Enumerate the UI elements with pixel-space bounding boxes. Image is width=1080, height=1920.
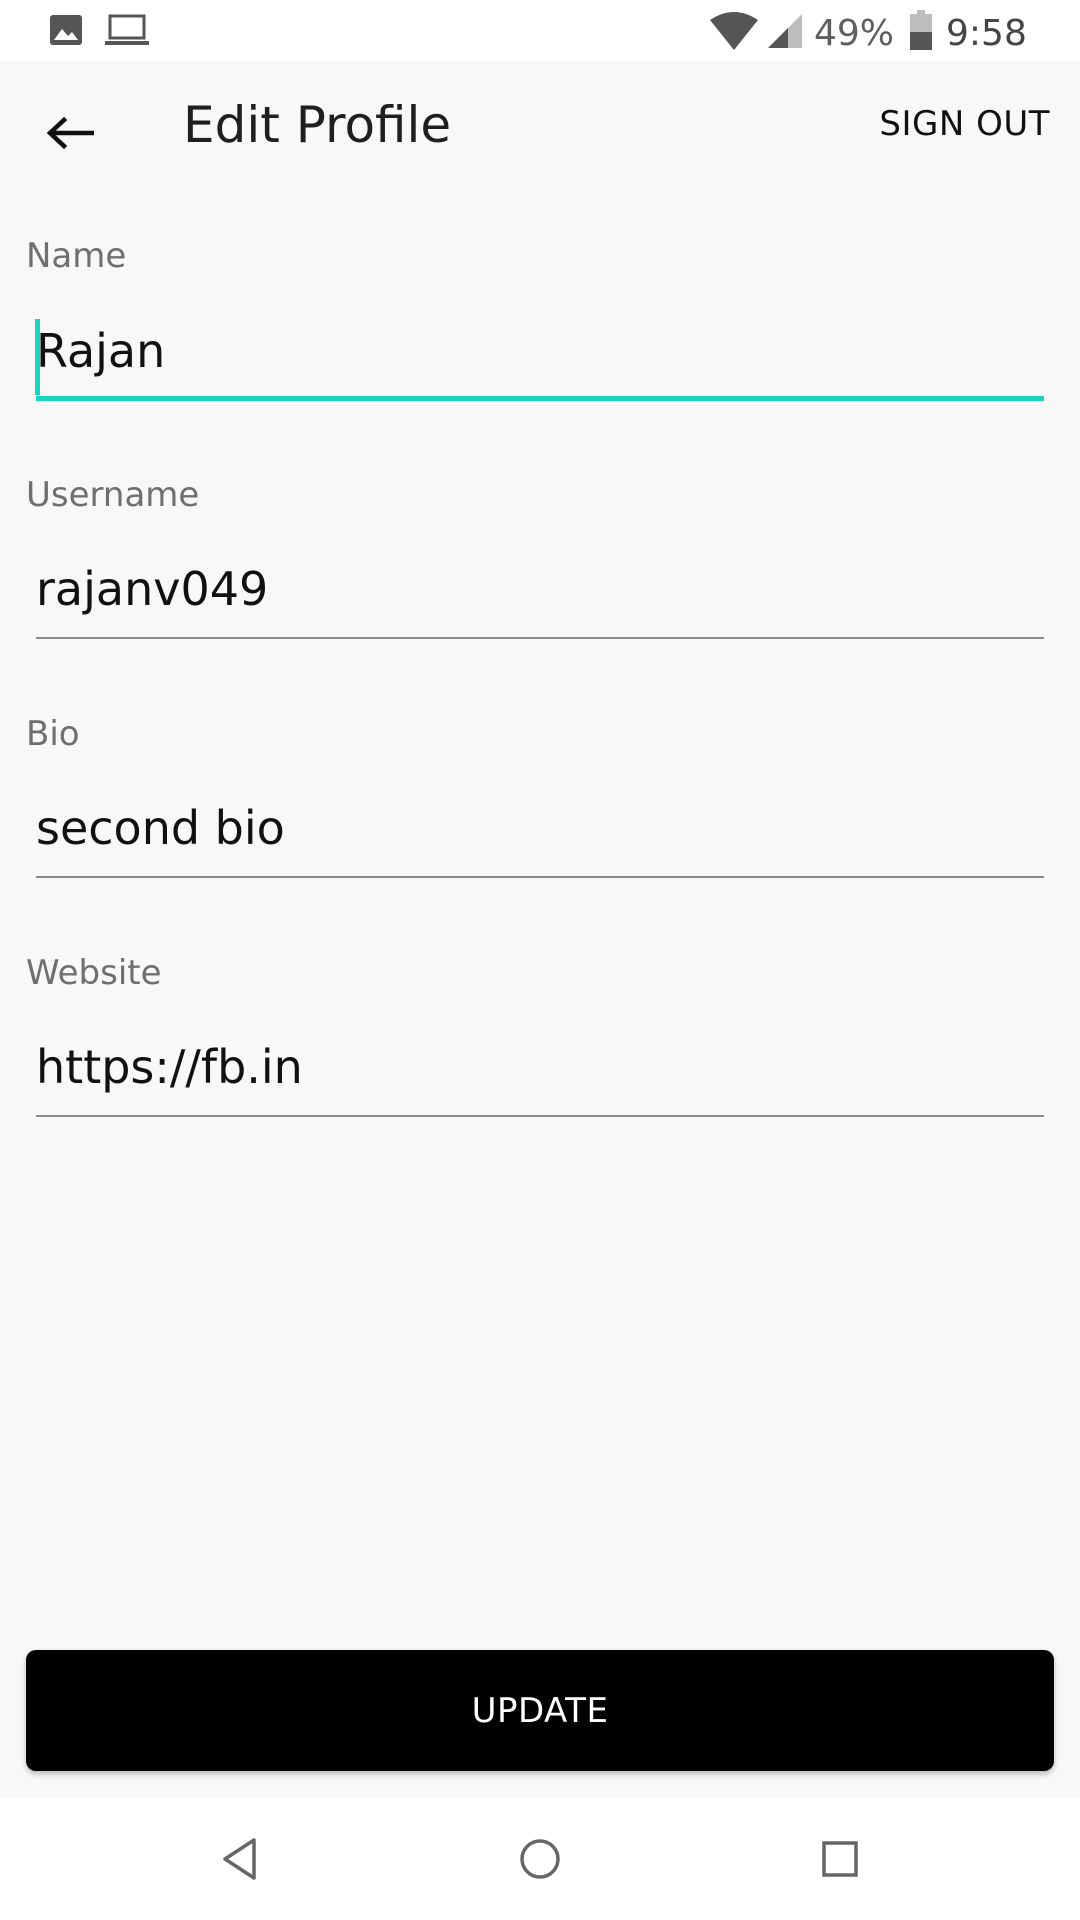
name-input-value: Rajan: [36, 324, 166, 378]
battery-icon: [910, 10, 932, 50]
edit-profile-screen: 49% 9:58 Edit Profile SIGN OUT Name Raja…: [0, 0, 1080, 1920]
bio-label: Bio: [26, 714, 80, 754]
nav-recents-icon: [822, 1841, 858, 1877]
status-bar: 49% 9:58: [0, 0, 1080, 61]
username-input[interactable]: rajanv049: [36, 557, 1044, 639]
navigation-bar: [0, 1797, 1080, 1920]
update-button-label: UPDATE: [471, 1690, 609, 1731]
website-input[interactable]: https://fb.in: [36, 1035, 1044, 1117]
app-bar: Edit Profile SIGN OUT: [0, 61, 1080, 196]
bio-input[interactable]: second bio: [36, 796, 1044, 878]
nav-home-icon: [520, 1839, 560, 1879]
cellular-signal-icon: [768, 14, 802, 48]
sign-out-button[interactable]: SIGN OUT: [879, 103, 1050, 145]
wifi-icon: [710, 12, 758, 50]
bio-input-value: second bio: [36, 801, 285, 855]
username-input-value: rajanv049: [36, 562, 269, 616]
status-right-icons: 49% 9:58: [710, 6, 1040, 54]
status-time: 9:58: [946, 13, 1027, 54]
nav-back-button[interactable]: [204, 1823, 276, 1895]
battery-percent: 49%: [814, 13, 895, 54]
arrow-back-icon: [46, 117, 94, 149]
back-button[interactable]: [34, 97, 106, 169]
update-button[interactable]: UPDATE: [26, 1650, 1054, 1771]
name-label: Name: [26, 236, 127, 276]
name-input[interactable]: Rajan: [35, 319, 1044, 401]
laptop-icon: [105, 14, 149, 45]
website-input-value: https://fb.in: [36, 1040, 303, 1094]
image-icon: [50, 15, 82, 45]
website-label: Website: [26, 953, 162, 993]
nav-home-button[interactable]: [504, 1823, 576, 1895]
nav-back-icon: [223, 1838, 256, 1880]
page-title: Edit Profile: [183, 96, 452, 154]
nav-recents-button[interactable]: [804, 1823, 876, 1895]
username-label: Username: [26, 475, 200, 515]
